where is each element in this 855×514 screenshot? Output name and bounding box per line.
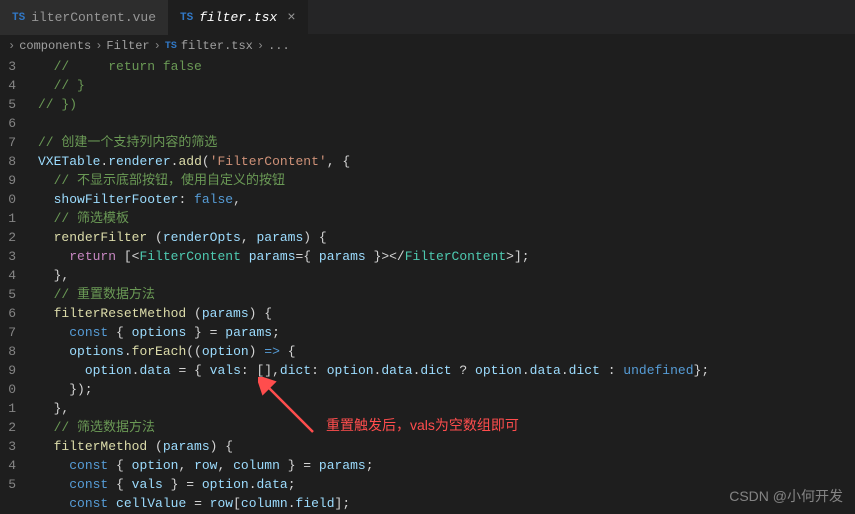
code-line[interactable] xyxy=(38,114,855,133)
line-number: 4 xyxy=(0,266,16,285)
code-line[interactable]: filterResetMethod (params) { xyxy=(38,304,855,323)
line-number: 4 xyxy=(0,456,16,475)
code-line[interactable]: // 重置数据方法 xyxy=(38,285,855,304)
tab-label: filter.tsx xyxy=(199,10,277,25)
line-number: 0 xyxy=(0,190,16,209)
code-editor[interactable]: 34567890123456789012345 重置触发后，vals为空数组即可… xyxy=(0,57,855,514)
breadcrumb: › components › Filter › TS filter.tsx › … xyxy=(0,35,855,57)
code-line[interactable]: showFilterFooter: false, xyxy=(38,190,855,209)
line-number: 9 xyxy=(0,361,16,380)
line-number: 4 xyxy=(0,76,16,95)
code-line[interactable]: VXETable.renderer.add('FilterContent', { xyxy=(38,152,855,171)
line-number-gutter: 34567890123456789012345 xyxy=(0,57,26,514)
line-number: 7 xyxy=(0,323,16,342)
code-line[interactable]: // } xyxy=(38,76,855,95)
line-number: 5 xyxy=(0,475,16,494)
code-line[interactable]: }, xyxy=(38,266,855,285)
line-number: 0 xyxy=(0,380,16,399)
line-number: 3 xyxy=(0,437,16,456)
line-number: 7 xyxy=(0,133,16,152)
line-number: 8 xyxy=(0,152,16,171)
line-number: 3 xyxy=(0,57,16,76)
line-number: 6 xyxy=(0,304,16,323)
typescript-icon: TS xyxy=(180,12,193,24)
close-icon[interactable]: × xyxy=(287,10,295,26)
tab-label: ilterContent.vue xyxy=(31,10,156,25)
code-line[interactable]: renderFilter (renderOpts, params) { xyxy=(38,228,855,247)
typescript-icon: TS xyxy=(165,41,177,52)
typescript-icon: TS xyxy=(12,12,25,24)
editor-tabs: TS ilterContent.vue TS filter.tsx × xyxy=(0,0,855,35)
tab-filter-tsx[interactable]: TS filter.tsx × xyxy=(168,0,308,35)
code-area[interactable]: 重置触发后，vals为空数组即可 // return false // }// … xyxy=(26,57,855,514)
code-line[interactable]: // return false xyxy=(38,57,855,76)
code-line[interactable]: const { options } = params; xyxy=(38,323,855,342)
code-line[interactable]: const { option, row, column } = params; xyxy=(38,456,855,475)
breadcrumb-part[interactable]: Filter xyxy=(106,39,149,53)
line-number: 2 xyxy=(0,418,16,437)
line-number: 1 xyxy=(0,399,16,418)
code-line[interactable]: filterMethod (params) { xyxy=(38,437,855,456)
breadcrumb-part[interactable]: components xyxy=(19,39,91,53)
line-number: 8 xyxy=(0,342,16,361)
chevron-right-icon: › xyxy=(8,39,15,53)
code-line[interactable]: options.forEach((option) => { xyxy=(38,342,855,361)
code-line[interactable]: return [<FilterContent params={ params }… xyxy=(38,247,855,266)
code-line[interactable]: // }) xyxy=(38,95,855,114)
breadcrumb-part[interactable]: filter.tsx xyxy=(181,39,253,53)
code-line[interactable]: option.data = { vals: [],dict: option.da… xyxy=(38,361,855,380)
line-number: 6 xyxy=(0,114,16,133)
code-line[interactable]: // 不显示底部按钮，使用自定义的按钮 xyxy=(38,171,855,190)
line-number: 2 xyxy=(0,228,16,247)
line-number: 9 xyxy=(0,171,16,190)
chevron-right-icon: › xyxy=(95,39,102,53)
annotation-text: 重置触发后，vals为空数组即可 xyxy=(326,415,519,435)
breadcrumb-part[interactable]: ... xyxy=(268,39,290,53)
line-number: 5 xyxy=(0,285,16,304)
code-line[interactable]: // 创建一个支持列内容的筛选 xyxy=(38,133,855,152)
watermark: CSDN @小何开发 xyxy=(729,486,843,506)
line-number: 5 xyxy=(0,95,16,114)
code-line[interactable]: // 筛选模板 xyxy=(38,209,855,228)
line-number: 3 xyxy=(0,247,16,266)
line-number: 1 xyxy=(0,209,16,228)
chevron-right-icon: › xyxy=(154,39,161,53)
chevron-right-icon: › xyxy=(257,39,264,53)
code-line[interactable]: }); xyxy=(38,380,855,399)
tab-filtercontent-vue[interactable]: TS ilterContent.vue xyxy=(0,0,168,35)
